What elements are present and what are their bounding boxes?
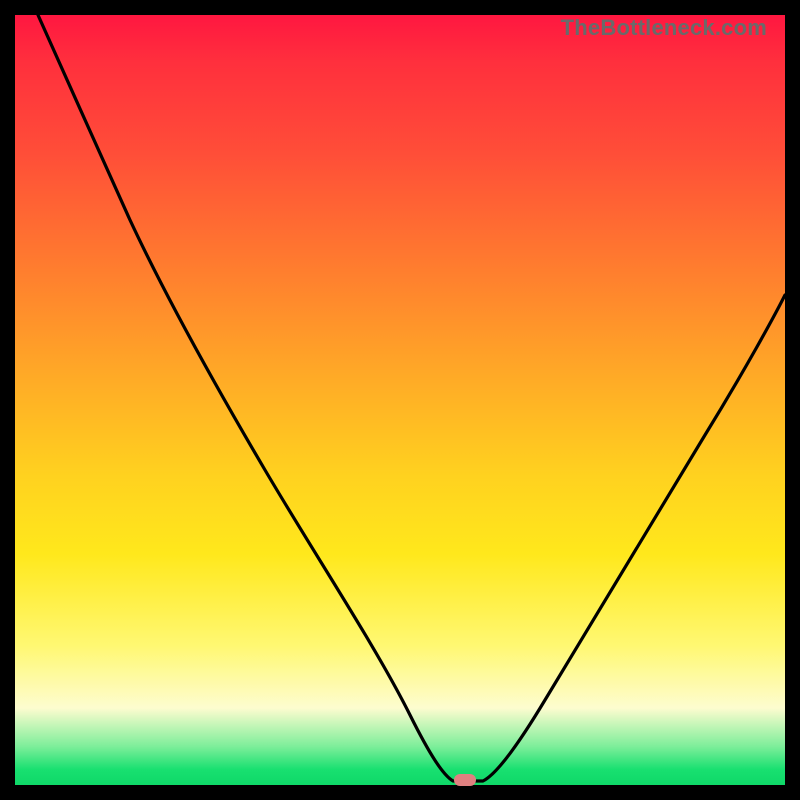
bottleneck-curve-path [38, 15, 785, 781]
curve-svg [15, 15, 785, 785]
optimal-marker [454, 774, 476, 786]
chart-frame: TheBottleneck.com [0, 0, 800, 800]
plot-area: TheBottleneck.com [15, 15, 785, 785]
